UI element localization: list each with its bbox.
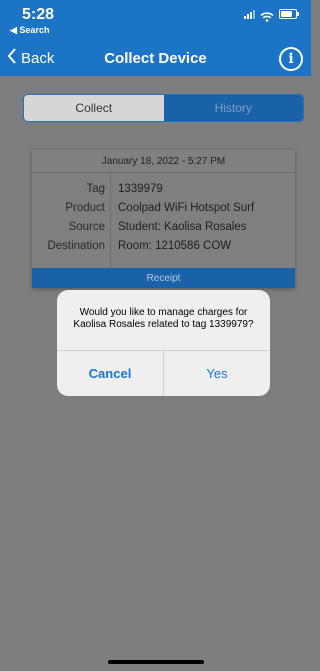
status-back-to-app[interactable]: ◀ Search — [10, 25, 49, 36]
tab-history[interactable]: History — [163, 95, 303, 121]
field-label: Source — [68, 220, 105, 233]
field-value: Room: 1210586 COW — [118, 239, 232, 252]
field-label: Tag — [86, 182, 105, 195]
home-indicator[interactable] — [108, 660, 204, 664]
field-value: Coolpad WiFi Hotspot Surf — [118, 201, 255, 214]
info-icon[interactable]: i — [279, 47, 303, 71]
column-divider — [110, 173, 111, 268]
record-row-product: Product Coolpad WiFi Hotspot Surf — [32, 198, 295, 217]
collection-record-card: January 18, 2022 - 5:27 PM Tag 1339979 P… — [32, 150, 295, 288]
cellular-signal-icon — [244, 10, 255, 19]
wifi-icon — [260, 9, 274, 22]
receipt-button[interactable]: Receipt — [32, 268, 295, 288]
field-value: 1339979 — [118, 182, 163, 195]
record-row-source: Source Student: Kaolisa Rosales — [32, 217, 295, 236]
manage-charges-alert: Would you like to manage charges for Kao… — [57, 290, 270, 396]
field-label: Product — [65, 201, 105, 214]
field-label: Destination — [47, 239, 105, 252]
segmented-control: Collect History — [23, 94, 304, 122]
record-row-tag: Tag 1339979 — [32, 179, 295, 198]
record-row-destination: Destination Room: 1210586 COW — [32, 236, 295, 255]
navigation-bar: 5:28 ◀ Search Back Collect Device i — [0, 0, 311, 76]
alert-actions: Cancel Yes — [57, 350, 270, 396]
cancel-button[interactable]: Cancel — [57, 351, 164, 396]
alert-message: Would you like to manage charges for Kao… — [73, 307, 254, 330]
status-icons — [244, 9, 299, 22]
page-title: Collect Device — [104, 50, 207, 67]
record-date: January 18, 2022 - 5:27 PM — [32, 150, 295, 173]
field-value: Student: Kaolisa Rosales — [118, 220, 247, 233]
battery-icon — [279, 9, 299, 19]
yes-button[interactable]: Yes — [164, 351, 270, 396]
status-time: 5:28 — [22, 6, 55, 23]
tab-collect[interactable]: Collect — [24, 95, 164, 121]
